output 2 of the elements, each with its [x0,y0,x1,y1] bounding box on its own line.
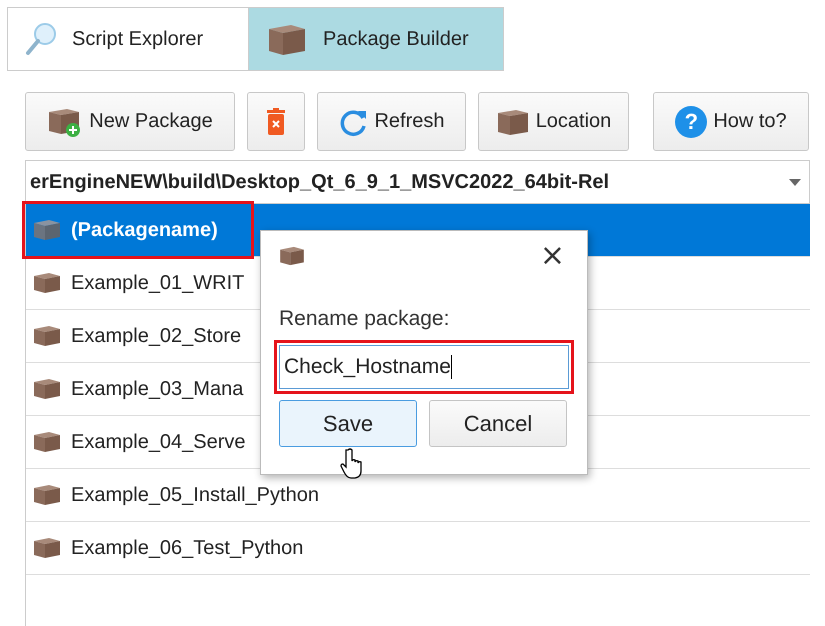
help-icon: ? [675,106,708,138]
rename-label: Rename package: [279,307,450,331]
